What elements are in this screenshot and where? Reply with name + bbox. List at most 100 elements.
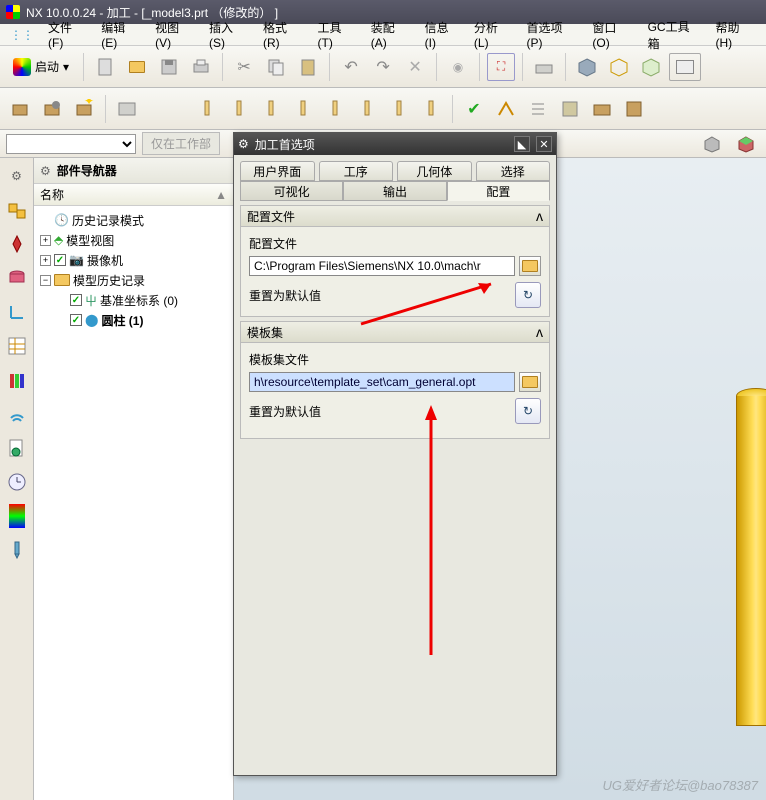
cam-btn-1[interactable]: [6, 95, 34, 123]
paste-button[interactable]: [294, 53, 322, 81]
cam-list[interactable]: [524, 95, 552, 123]
save-button[interactable]: [155, 53, 183, 81]
tree-row-model-history[interactable]: − 模型历史记录: [36, 270, 231, 290]
tab-ui[interactable]: 用户界面: [240, 161, 315, 181]
rail-globe[interactable]: [5, 436, 29, 460]
cam-shop[interactable]: [620, 95, 648, 123]
cam-btn-2[interactable]: [38, 95, 66, 123]
rail-db[interactable]: [5, 266, 29, 290]
tree-row-history-mode[interactable]: 🕓 历史记录模式: [36, 210, 231, 230]
cam-btn-3[interactable]: ✦: [70, 95, 98, 123]
tab-geometry[interactable]: 几何体: [397, 161, 472, 181]
layer-button[interactable]: [669, 53, 701, 81]
menu-handle-icon[interactable]: ⋮⋮: [4, 26, 40, 44]
tree-row-model-view[interactable]: + ⬘ 模型视图: [36, 230, 231, 250]
section-template-header[interactable]: 模板集 ʌ: [240, 321, 550, 343]
undo-button[interactable]: ↶: [337, 53, 365, 81]
new-button[interactable]: [91, 53, 119, 81]
rail-sheet[interactable]: [5, 334, 29, 358]
rail-clock[interactable]: [5, 470, 29, 494]
dialog-titlebar[interactable]: ⚙ 加工首选项 ◣ ✕: [234, 133, 556, 155]
start-button[interactable]: 启动 ▾: [6, 53, 76, 81]
rail-settings[interactable]: ⚙: [5, 164, 29, 188]
expand-icon[interactable]: +: [40, 235, 51, 246]
cam-btn-11[interactable]: [385, 95, 413, 123]
cam-post[interactable]: [556, 95, 584, 123]
model-cylinder[interactable]: [736, 388, 766, 728]
menu-file[interactable]: 文件(F): [42, 17, 93, 52]
cam-btn-7[interactable]: [257, 95, 285, 123]
column-sort-icon[interactable]: ▲: [215, 188, 227, 202]
cam-btn-5[interactable]: [193, 95, 221, 123]
tab-selection[interactable]: 选择: [476, 161, 551, 181]
cam-btn-10[interactable]: [353, 95, 381, 123]
dialog-close-button[interactable]: ✕: [536, 136, 552, 152]
cam-btn-4[interactable]: [113, 95, 141, 123]
stop-button[interactable]: ◉: [444, 53, 472, 81]
cam-btn-9[interactable]: [321, 95, 349, 123]
menu-view[interactable]: 视图(V): [149, 17, 201, 52]
collapse-icon[interactable]: ʌ: [536, 324, 543, 340]
menu-edit[interactable]: 编辑(E): [95, 17, 147, 52]
fit-button[interactable]: ⛶: [487, 53, 515, 81]
edge-button[interactable]: [637, 53, 665, 81]
rail-drill[interactable]: [5, 538, 29, 562]
rail-wifi[interactable]: [5, 402, 29, 426]
delete-button[interactable]: ✕: [401, 53, 429, 81]
rail-gradient[interactable]: [5, 504, 29, 528]
wire-button[interactable]: [605, 53, 633, 81]
checkbox-icon[interactable]: ✓: [70, 314, 82, 326]
menu-tools[interactable]: 工具(T): [312, 17, 363, 52]
dialog-minimize-button[interactable]: ◣: [514, 136, 530, 152]
tab-visualize[interactable]: 可视化: [240, 181, 343, 201]
tab-operation[interactable]: 工序: [319, 161, 394, 181]
menu-gctoolbox[interactable]: GC工具箱: [642, 16, 708, 54]
column-name[interactable]: 名称: [40, 186, 64, 203]
redo-button[interactable]: ↷: [369, 53, 397, 81]
tree-row-cylinder[interactable]: ✓ ⬤ 圆柱 (1): [36, 310, 231, 330]
cam-btn-6[interactable]: [225, 95, 253, 123]
collapse-icon[interactable]: −: [40, 275, 51, 286]
menu-format[interactable]: 格式(R): [257, 17, 310, 52]
rail-constraint[interactable]: [5, 232, 29, 256]
rail-nav[interactable]: [5, 198, 29, 222]
scan-button[interactable]: [530, 53, 558, 81]
browse-config-button[interactable]: [519, 256, 541, 276]
expand-icon[interactable]: +: [40, 255, 51, 266]
cam-btn-8[interactable]: [289, 95, 317, 123]
checkbox-icon[interactable]: ✓: [54, 254, 66, 266]
menu-help[interactable]: 帮助(H): [709, 17, 762, 52]
config-file-input[interactable]: [249, 256, 515, 276]
tree-row-camera[interactable]: + ✓ 📷 摄像机: [36, 250, 231, 270]
section-config-header[interactable]: 配置文件 ʌ: [240, 205, 550, 227]
rail-books[interactable]: [5, 368, 29, 392]
rail-angle[interactable]: [5, 300, 29, 324]
open-button[interactable]: [123, 53, 151, 81]
menu-assembly[interactable]: 装配(A): [365, 17, 417, 52]
work-part-only-button[interactable]: 仅在工作部: [142, 132, 220, 155]
cut-button[interactable]: ✂: [230, 53, 258, 81]
tab-output[interactable]: 输出: [343, 181, 446, 201]
print-button[interactable]: [187, 53, 215, 81]
reset-config-button[interactable]: ↻: [515, 282, 541, 308]
checkbox-icon[interactable]: ✓: [70, 294, 82, 306]
reset-template-button[interactable]: ↻: [515, 398, 541, 424]
cam-verify[interactable]: ✔: [460, 95, 488, 123]
cam-path[interactable]: [492, 95, 520, 123]
collapse-icon[interactable]: ʌ: [536, 208, 543, 224]
shade-button[interactable]: [573, 53, 601, 81]
cam-machine[interactable]: [588, 95, 616, 123]
sel-cube2[interactable]: [732, 130, 760, 158]
browse-template-button[interactable]: [519, 372, 541, 392]
menu-insert[interactable]: 插入(S): [203, 17, 255, 52]
copy-button[interactable]: [262, 53, 290, 81]
sel-cube[interactable]: [698, 130, 726, 158]
menu-preferences[interactable]: 首选项(P): [520, 17, 584, 52]
tree-row-datum[interactable]: ✓ ⼬ 基准坐标系 (0): [36, 290, 231, 310]
cam-btn-12[interactable]: [417, 95, 445, 123]
menu-analysis[interactable]: 分析(L): [468, 17, 519, 52]
tab-config[interactable]: 配置: [447, 181, 550, 201]
template-file-input[interactable]: [249, 372, 515, 392]
menu-info[interactable]: 信息(I): [419, 17, 466, 52]
selection-filter[interactable]: [6, 134, 136, 154]
